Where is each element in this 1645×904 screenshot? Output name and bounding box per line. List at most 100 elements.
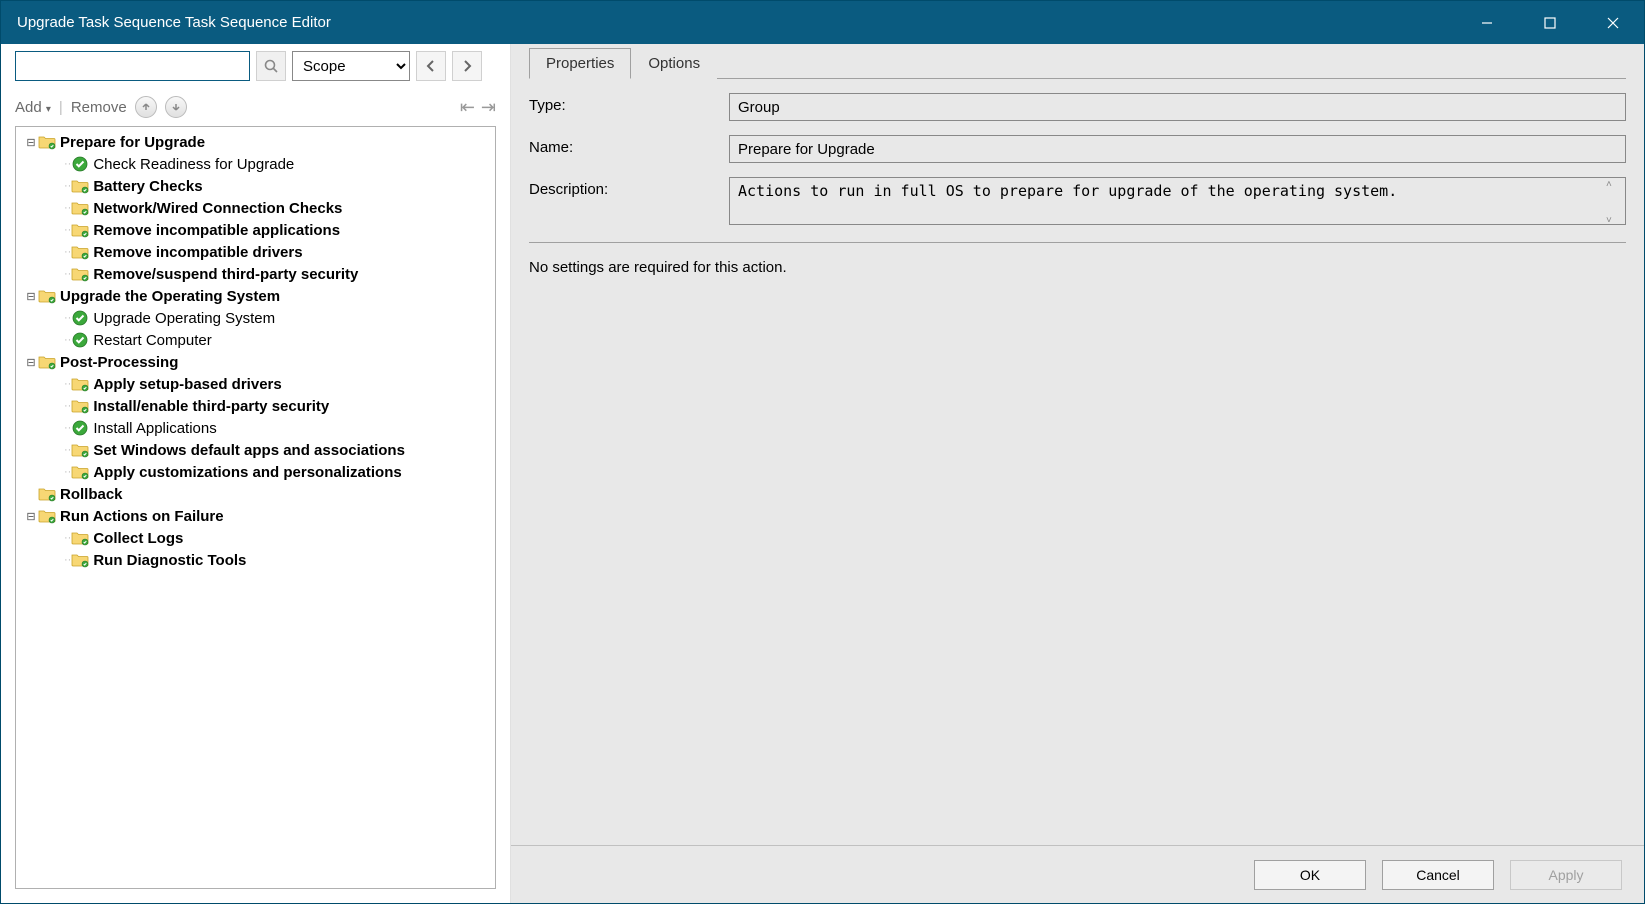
folder-icon — [71, 464, 89, 480]
tree-item[interactable]: ·· Network/Wired Connection Checks — [18, 197, 493, 219]
tree-item[interactable]: ·· Install/enable third-party security — [18, 395, 493, 417]
window: Upgrade Task Sequence Task Sequence Edit… — [0, 0, 1645, 904]
tree-item[interactable]: Rollback — [18, 483, 493, 505]
add-button[interactable]: Add ▾ — [15, 99, 51, 116]
search-toolbar: Scope — [1, 44, 510, 88]
collapse-icon[interactable]: ⊟ — [24, 356, 38, 369]
tree-item[interactable]: ·· Collect Logs — [18, 527, 493, 549]
collapse-icon[interactable]: ⊟ — [24, 510, 38, 523]
tab-strip: Properties Options — [511, 44, 1644, 78]
folder-icon — [71, 266, 89, 282]
folder-icon — [71, 530, 89, 546]
tree-spacer — [50, 532, 64, 544]
check-icon — [71, 156, 89, 172]
cancel-button[interactable]: Cancel — [1382, 860, 1494, 890]
scroll-up-icon[interactable]: ˄ — [1606, 179, 1624, 190]
tree-item-label: Apply customizations and personalization… — [93, 464, 401, 481]
tree-spacer — [50, 554, 64, 566]
settings-message: No settings are required for this action… — [529, 259, 1626, 276]
tree-item-label: Restart Computer — [93, 332, 211, 349]
folder-icon — [71, 244, 89, 260]
tab-properties[interactable]: Properties — [529, 48, 631, 79]
tree-item[interactable]: ⊟ Run Actions on Failure — [18, 505, 493, 527]
tree-item[interactable]: ·· Remove/suspend third-party security — [18, 263, 493, 285]
folder-icon — [71, 200, 89, 216]
ok-button[interactable]: OK — [1254, 860, 1366, 890]
tree-spacer — [50, 444, 64, 456]
tree-item[interactable]: ·· Apply customizations and personalizat… — [18, 461, 493, 483]
tree-item-label: Install Applications — [93, 420, 216, 437]
folder-icon — [71, 376, 89, 392]
tree-item-label: Run Actions on Failure — [60, 508, 224, 525]
maximize-button[interactable] — [1518, 1, 1581, 44]
tree-spacer — [50, 180, 64, 192]
tree-item[interactable]: ·· Run Diagnostic Tools — [18, 549, 493, 571]
collapse-icon[interactable]: ⊟ — [24, 290, 38, 303]
tree-item[interactable]: ·· Remove incompatible drivers — [18, 241, 493, 263]
description-label: Description: — [529, 177, 729, 198]
close-button[interactable] — [1581, 1, 1644, 44]
scroll-down-icon[interactable]: ˅ — [1606, 215, 1624, 226]
folder-icon — [38, 134, 56, 150]
tree-spacer — [50, 334, 64, 346]
tree-spacer — [50, 422, 64, 434]
remove-button[interactable]: Remove — [71, 99, 127, 116]
tree-item-label: Remove incompatible applications — [93, 222, 340, 239]
content: Scope Add ▾ | Remove — [1, 44, 1644, 903]
description-field[interactable] — [729, 177, 1626, 225]
tree-item-label: Prepare for Upgrade — [60, 134, 205, 151]
tree-item[interactable]: ·· Install Applications — [18, 417, 493, 439]
tree-spacer — [50, 378, 64, 390]
tree-item-label: Upgrade Operating System — [93, 310, 275, 327]
tree-item-label: Post-Processing — [60, 354, 178, 371]
name-field[interactable] — [729, 135, 1626, 163]
collapse-icon[interactable]: ⊟ — [24, 136, 38, 149]
nav-forward-button[interactable] — [452, 51, 482, 81]
tree-spacer — [50, 202, 64, 214]
edit-toolbar: Add ▾ | Remove ⇤ ⇥ — [1, 88, 510, 126]
tree-item[interactable]: ·· Remove incompatible applications — [18, 219, 493, 241]
tree-item[interactable]: ·· Upgrade Operating System — [18, 307, 493, 329]
tree-item-label: Rollback — [60, 486, 123, 503]
search-input[interactable] — [15, 51, 250, 81]
tree-spacer — [50, 246, 64, 258]
tree-spacer — [50, 158, 64, 170]
indent-icon[interactable]: ⇥ — [481, 97, 496, 118]
folder-icon — [71, 178, 89, 194]
tree-spacer — [50, 268, 64, 280]
tree-item[interactable]: ·· Battery Checks — [18, 175, 493, 197]
tree-item-label: Apply setup-based drivers — [93, 376, 281, 393]
tree-spacer — [50, 312, 64, 324]
search-icon[interactable] — [256, 51, 286, 81]
tree-item-label: Battery Checks — [93, 178, 202, 195]
tree-item[interactable]: ·· Restart Computer — [18, 329, 493, 351]
outdent-icon[interactable]: ⇤ — [460, 97, 475, 118]
folder-icon — [38, 354, 56, 370]
tree-item-label: Run Diagnostic Tools — [93, 552, 246, 569]
tree-item[interactable]: ·· Apply setup-based drivers — [18, 373, 493, 395]
tree-spacer — [50, 466, 64, 478]
tree-item[interactable]: ·· Check Readiness for Upgrade — [18, 153, 493, 175]
folder-icon — [38, 288, 56, 304]
scope-select[interactable]: Scope — [292, 51, 410, 81]
type-label: Type: — [529, 93, 729, 114]
move-up-icon[interactable] — [135, 96, 157, 118]
folder-icon — [38, 486, 56, 502]
tab-options[interactable]: Options — [631, 48, 717, 79]
nav-back-button[interactable] — [416, 51, 446, 81]
move-down-icon[interactable] — [165, 96, 187, 118]
dialog-buttons: OK Cancel Apply — [511, 845, 1644, 903]
tree-spacer — [50, 400, 64, 412]
folder-icon — [71, 222, 89, 238]
task-tree[interactable]: ⊟ Prepare for Upgrade ·· Check Readiness … — [15, 126, 496, 889]
tree-item[interactable]: ⊟ Prepare for Upgrade — [18, 131, 493, 153]
titlebar: Upgrade Task Sequence Task Sequence Edit… — [1, 1, 1644, 44]
check-icon — [71, 420, 89, 436]
tree-item[interactable]: ⊟Upgrade the Operating System — [18, 285, 493, 307]
tree-item-label: Remove/suspend third-party security — [93, 266, 358, 283]
tree-item-label: Remove incompatible drivers — [93, 244, 302, 261]
name-label: Name: — [529, 135, 729, 156]
tree-item[interactable]: ·· Set Windows default apps and associat… — [18, 439, 493, 461]
minimize-button[interactable] — [1455, 1, 1518, 44]
tree-item[interactable]: ⊟ Post-Processing — [18, 351, 493, 373]
